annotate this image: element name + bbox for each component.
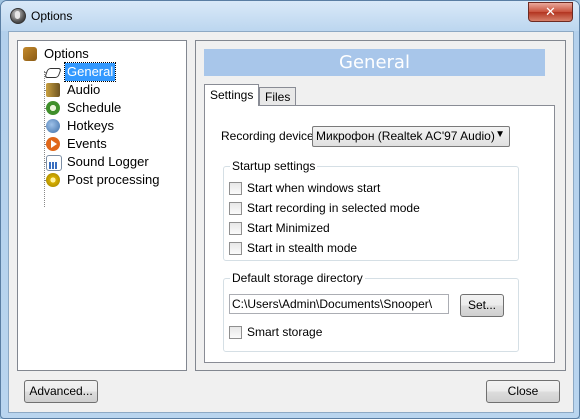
recording-device-value: Микрофон (Realtek AC'97 Audio) xyxy=(316,129,495,143)
tree-item-label: Schedule xyxy=(67,100,122,115)
page-title: General xyxy=(204,49,545,76)
general-icon xyxy=(44,68,62,78)
tab-files[interactable]: Files xyxy=(259,87,297,106)
tree-item-label: Options xyxy=(44,46,89,61)
chevron-down-icon: ▼ xyxy=(495,129,505,140)
options-icon xyxy=(23,47,37,61)
events-icon xyxy=(46,137,60,151)
sound-logger-icon xyxy=(46,155,62,171)
recording-device-label: Recording device xyxy=(221,129,314,143)
checkbox-label: Start Minimized xyxy=(247,221,330,235)
startup-settings-title: Startup settings xyxy=(230,159,318,173)
checkbox-label: Start when windows start xyxy=(247,181,381,195)
dialog-client: Options General Audio Schedule Hotkeys E… xyxy=(8,31,574,413)
storage-path-input[interactable]: C:\Users\Admin\Documents\Snooper\ xyxy=(229,294,449,314)
post-processing-icon xyxy=(46,173,60,187)
checkbox-box[interactable] xyxy=(229,182,242,195)
settings-panel: General Settings Files Recording device … xyxy=(195,40,566,371)
schedule-icon xyxy=(46,101,60,115)
checkbox-box[interactable] xyxy=(229,242,242,255)
tree-item-label: Hotkeys xyxy=(67,118,114,133)
hotkeys-icon xyxy=(46,119,60,133)
checkbox-label: Start recording in selected mode xyxy=(247,201,420,215)
checkbox-box[interactable] xyxy=(229,202,242,215)
checkbox-label: Smart storage xyxy=(247,325,323,339)
tree-item-label: General xyxy=(63,62,117,82)
storage-directory-title: Default storage directory xyxy=(230,271,365,285)
tree-item-label: Audio xyxy=(67,82,101,97)
advanced-button[interactable]: Advanced... xyxy=(24,380,98,403)
checkbox-box[interactable] xyxy=(229,326,242,339)
tree-item-label: Sound Logger xyxy=(67,154,149,169)
checkbox-box[interactable] xyxy=(229,222,242,235)
tree-item-label: Events xyxy=(67,136,107,151)
audio-icon xyxy=(46,83,60,97)
settings-tab-page: Recording device Микрофон (Realtek AC'97… xyxy=(204,105,555,363)
tree-connector-line xyxy=(44,71,45,207)
recording-device-select[interactable]: Микрофон (Realtek AC'97 Audio) ▼ xyxy=(312,126,510,147)
options-window: Options ✕ Options General Audio Schedule… xyxy=(0,0,580,419)
storage-directory-group: Default storage directory C:\Users\Admin… xyxy=(223,271,519,352)
title-bar[interactable]: Options ✕ xyxy=(1,1,579,31)
app-icon xyxy=(10,8,26,24)
options-tree[interactable]: Options General Audio Schedule Hotkeys E… xyxy=(17,40,187,371)
checkbox-label: Start in stealth mode xyxy=(247,241,358,255)
close-button[interactable]: Close xyxy=(486,380,560,403)
startup-settings-group: Startup settings Start when windows star… xyxy=(223,159,519,261)
set-directory-button[interactable]: Set... xyxy=(460,294,504,317)
tab-settings[interactable]: Settings xyxy=(204,84,260,106)
window-close-button[interactable]: ✕ xyxy=(528,2,573,22)
storage-path-value: C:\Users\Admin\Documents\Snooper\ xyxy=(232,297,433,311)
window-title: Options xyxy=(31,9,73,23)
tree-item-label: Post processing xyxy=(67,172,160,187)
